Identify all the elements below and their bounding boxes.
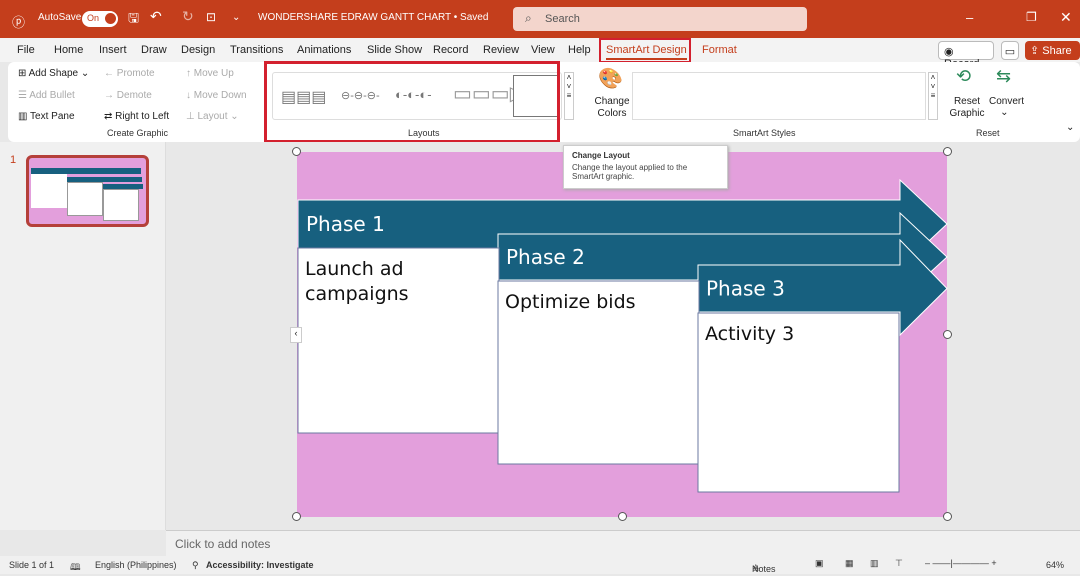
resize-handle[interactable]: [292, 147, 301, 156]
accessibility-icon: ⚲: [192, 560, 199, 570]
tooltip-title: Change Layout: [572, 151, 630, 160]
resize-handle[interactable]: [943, 330, 952, 339]
phase-title: Phase 2: [506, 245, 585, 269]
resize-handle[interactable]: [292, 512, 301, 521]
notes-input[interactable]: Click to add notes: [166, 530, 1080, 556]
language-status[interactable]: English (Philippines): [95, 560, 177, 570]
phase-activity-text: Optimize bids: [505, 291, 636, 313]
resize-handle[interactable]: [618, 512, 627, 521]
slideshow-icon[interactable]: ⊤: [895, 558, 903, 569]
tooltip-body: Change the layout applied to the SmartAr…: [572, 163, 688, 181]
slide-counter: Slide 1 of 1: [9, 560, 55, 570]
zoom-slider[interactable]: – ——|———— +: [925, 558, 997, 568]
tooltip: Change Layout Change the layout applied …: [563, 145, 728, 189]
accessibility-status[interactable]: Accessibility: Investigate: [206, 560, 314, 570]
text-pane-toggle-icon[interactable]: ‹: [290, 327, 302, 343]
status-bar: Slide 1 of 1 🕮 English (Philippines) ⚲ A…: [0, 556, 1080, 574]
notes-label: Notes: [752, 564, 776, 574]
normal-view-icon[interactable]: ▣: [815, 558, 824, 569]
reading-view-icon[interactable]: ▥: [870, 558, 879, 569]
slide-sorter-icon[interactable]: ▦: [845, 558, 854, 569]
phase-activity-text: campaigns: [305, 283, 409, 305]
zoom-level[interactable]: 64%: [1046, 560, 1064, 570]
phase-activity-text: Launch ad: [305, 258, 404, 280]
phase-title: Phase 3: [706, 277, 785, 301]
phase-title: Phase 1: [306, 212, 385, 236]
resize-handle[interactable]: [943, 147, 952, 156]
phase-activity-text: Activity 3: [705, 323, 794, 345]
slide-canvas[interactable]: Phase 1 Launch ad campaigns Phase 2 Optimize…: [0, 0, 1080, 574]
resize-handle[interactable]: [943, 512, 952, 521]
